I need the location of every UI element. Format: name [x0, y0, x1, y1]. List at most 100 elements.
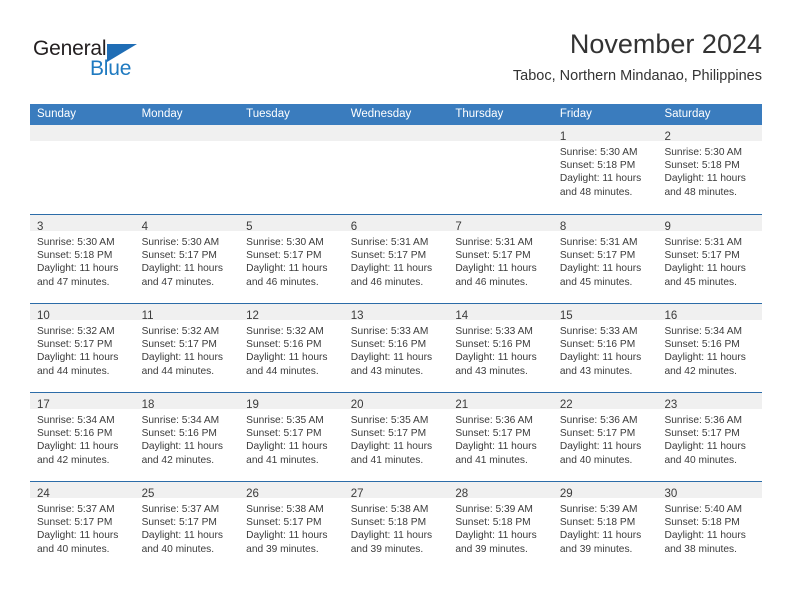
day-detail-line: Sunrise: 5:39 AM: [559, 504, 638, 515]
day-number: 29: [559, 488, 573, 500]
day-cell-empty: [239, 125, 344, 214]
day-number-band: 6: [343, 215, 449, 233]
day-details: Sunrise: 5:34 AM Sunset: 5:16 PM Daylight:…: [135, 409, 240, 467]
general-blue-logo[interactable]: General Blue: [33, 36, 163, 88]
day-detail-line: Sunrise: 5:32 AM: [246, 326, 324, 337]
day-detail-line: and 43 minutes.: [455, 365, 528, 377]
day-detail-line: Sunset: 5:16 PM: [664, 339, 740, 351]
day-number: 24: [37, 488, 50, 500]
day-detail-line: and 39 minutes.: [455, 543, 528, 555]
day-cell[interactable]: 14 Sunrise: 5:33 AM Sunset: 5:16 PM Dayligh…: [448, 304, 553, 392]
day-cell[interactable]: 13 Sunrise: 5:33 AM Sunset: 5:16 PM Dayligh…: [343, 304, 449, 392]
day-detail-line: Daylight: 11 hours: [350, 263, 433, 275]
day-cell[interactable]: 29 Sunrise: 5:39 AM Sunset: 5:18 PM Dayligh…: [552, 482, 658, 570]
day-detail-line: and 45 minutes.: [559, 276, 633, 288]
day-number: 8: [559, 221, 567, 233]
day-detail-line: Sunset: 5:17 PM: [455, 428, 531, 440]
day-number: 5: [246, 221, 253, 233]
day-detail-line: Sunset: 5:18 PM: [664, 160, 740, 172]
day-details: Sunrise: 5:31 AM Sunset: 5:17 PM Daylight:…: [344, 231, 449, 289]
day-cell[interactable]: 18 Sunrise: 5:34 AM Sunset: 5:16 PM Dayligh…: [134, 393, 240, 481]
day-cell[interactable]: 11 Sunrise: 5:32 AM Sunset: 5:17 PM Dayligh…: [134, 304, 240, 392]
day-cell[interactable]: 16 Sunrise: 5:34 AM Sunset: 5:16 PM Dayligh…: [657, 304, 763, 392]
day-cell[interactable]: 1 Sunrise: 5:30 AM Sunset: 5:18 PM Daylight…: [552, 125, 658, 214]
day-number: 10: [37, 310, 50, 322]
day-cell[interactable]: 20 Sunrise: 5:35 AM Sunset: 5:17 PM Dayligh…: [343, 393, 449, 481]
day-detail-line: and 42 minutes.: [664, 365, 737, 377]
day-details: Sunrise: 5:33 AM Sunset: 5:16 PM Daylight:…: [448, 320, 553, 378]
day-cell[interactable]: 12 Sunrise: 5:32 AM Sunset: 5:16 PM Dayligh…: [239, 304, 344, 392]
day-cell[interactable]: 5 Sunrise: 5:30 AM Sunset: 5:17 PM Daylight…: [239, 215, 344, 303]
day-number: 11: [141, 310, 154, 322]
day-detail-line: Sunrise: 5:36 AM: [559, 415, 638, 426]
day-cell[interactable]: 24 Sunrise: 5:37 AM Sunset: 5:17 PM Dayligh…: [30, 482, 135, 570]
day-number-band: 3: [30, 215, 135, 233]
day-number: 4: [141, 221, 148, 233]
day-cell[interactable]: 30 Sunrise: 5:40 AM Sunset: 5:18 PM Dayligh…: [657, 482, 763, 570]
page-title: November 2024: [569, 29, 762, 59]
day-number: 22: [559, 399, 573, 411]
day-detail-line: Sunrise: 5:38 AM: [246, 504, 324, 515]
day-details: Sunrise: 5:40 AM Sunset: 5:18 PM Daylight:…: [657, 498, 762, 556]
day-detail-line: and 39 minutes.: [246, 543, 319, 555]
day-number-band: [134, 125, 240, 141]
day-cell[interactable]: 28 Sunrise: 5:39 AM Sunset: 5:18 PM Dayligh…: [448, 482, 553, 570]
day-cell[interactable]: 25 Sunrise: 5:37 AM Sunset: 5:17 PM Dayligh…: [134, 482, 240, 570]
day-number: 9: [664, 221, 671, 233]
day-detail-line: Daylight: 11 hours: [664, 441, 746, 453]
day-cell[interactable]: 8 Sunrise: 5:31 AM Sunset: 5:17 PM Daylight…: [552, 215, 658, 303]
calendar-weeks: 1 Sunrise: 5:30 AM Sunset: 5:18 PM Daylight…: [30, 125, 763, 570]
day-detail-line: Sunrise: 5:39 AM: [455, 504, 533, 515]
page-subtitle: Taboc, Northern Mindanao, Philippines: [512, 68, 762, 84]
day-detail-line: Daylight: 11 hours: [246, 530, 328, 542]
day-details: Sunrise: 5:31 AM Sunset: 5:17 PM Daylight:…: [657, 231, 762, 289]
day-details: Sunrise: 5:35 AM Sunset: 5:17 PM Daylight:…: [239, 409, 344, 467]
day-cell[interactable]: 19 Sunrise: 5:35 AM Sunset: 5:17 PM Dayligh…: [239, 393, 344, 481]
day-details: Sunrise: 5:30 AM Sunset: 5:17 PM Daylight:…: [239, 231, 344, 289]
day-cell[interactable]: 3 Sunrise: 5:30 AM Sunset: 5:18 PM Daylight…: [30, 215, 135, 303]
day-detail-line: and 46 minutes.: [246, 276, 319, 288]
day-number-band: 5: [239, 215, 344, 233]
day-cell[interactable]: 26 Sunrise: 5:38 AM Sunset: 5:17 PM Dayligh…: [239, 482, 344, 570]
day-detail-line: Sunset: 5:16 PM: [455, 339, 531, 351]
day-detail-line: and 47 minutes.: [141, 276, 215, 288]
calendar-grid: Sunday Monday Tuesday Wednesday Thursday Frid…: [30, 104, 763, 570]
day-number-band: 8: [552, 215, 658, 233]
day-detail-line: and 44 minutes.: [37, 365, 110, 377]
day-cell[interactable]: 17 Sunrise: 5:34 AM Sunset: 5:16 PM Dayligh…: [30, 393, 135, 481]
day-number: 17: [37, 399, 50, 411]
day-cell[interactable]: 22 Sunrise: 5:36 AM Sunset: 5:17 PM Dayligh…: [552, 393, 658, 481]
day-detail-line: Sunset: 5:16 PM: [559, 339, 636, 351]
day-detail-line: Sunset: 5:16 PM: [246, 339, 322, 351]
week-row: 1 Sunrise: 5:30 AM Sunset: 5:18 PM Daylight…: [30, 125, 763, 214]
day-detail-line: Daylight: 11 hours: [350, 441, 433, 453]
day-detail-line: Sunset: 5:17 PM: [141, 517, 217, 529]
day-cell[interactable]: 23 Sunrise: 5:36 AM Sunset: 5:17 PM Dayligh…: [657, 393, 763, 481]
day-detail-line: Sunset: 5:18 PM: [350, 517, 427, 529]
day-detail-line: and 40 minutes.: [559, 454, 633, 466]
day-detail-line: Sunrise: 5:33 AM: [455, 326, 533, 337]
day-cell[interactable]: 10 Sunrise: 5:32 AM Sunset: 5:17 PM Dayligh…: [30, 304, 135, 392]
day-cell[interactable]: 2 Sunrise: 5:30 AM Sunset: 5:18 PM Daylight…: [657, 125, 763, 214]
day-cell[interactable]: 9 Sunrise: 5:31 AM Sunset: 5:17 PM Daylight…: [657, 215, 763, 303]
day-number: 20: [350, 399, 364, 411]
day-details: Sunrise: 5:36 AM Sunset: 5:17 PM Daylight:…: [448, 409, 553, 467]
day-detail-line: Daylight: 11 hours: [664, 352, 746, 364]
day-details: Sunrise: 5:31 AM Sunset: 5:17 PM Daylight:…: [553, 231, 658, 289]
day-detail-line: Sunset: 5:17 PM: [664, 428, 740, 440]
day-detail-line: and 40 minutes.: [664, 454, 737, 466]
weekday-header-thursday: Thursday: [455, 108, 504, 120]
day-detail-line: Sunset: 5:17 PM: [141, 339, 217, 351]
day-cell[interactable]: 21 Sunrise: 5:36 AM Sunset: 5:17 PM Dayligh…: [448, 393, 553, 481]
day-detail-line: Sunrise: 5:35 AM: [246, 415, 324, 426]
day-detail-line: Sunrise: 5:32 AM: [141, 326, 220, 337]
weekday-header-tuesday: Tuesday: [246, 108, 290, 120]
day-detail-line: Sunset: 5:18 PM: [37, 250, 113, 262]
day-cell[interactable]: 6 Sunrise: 5:31 AM Sunset: 5:17 PM Daylight…: [343, 215, 449, 303]
page-header: General Blue November 2024 Taboc, Northe…: [30, 28, 762, 100]
day-cell[interactable]: 4 Sunrise: 5:30 AM Sunset: 5:17 PM Daylight…: [134, 215, 240, 303]
day-cell[interactable]: 27 Sunrise: 5:38 AM Sunset: 5:18 PM Dayligh…: [343, 482, 449, 570]
day-cell[interactable]: 7 Sunrise: 5:31 AM Sunset: 5:17 PM Daylight…: [448, 215, 553, 303]
day-number-band: 27: [343, 482, 449, 500]
day-cell[interactable]: 15 Sunrise: 5:33 AM Sunset: 5:16 PM Dayligh…: [552, 304, 658, 392]
